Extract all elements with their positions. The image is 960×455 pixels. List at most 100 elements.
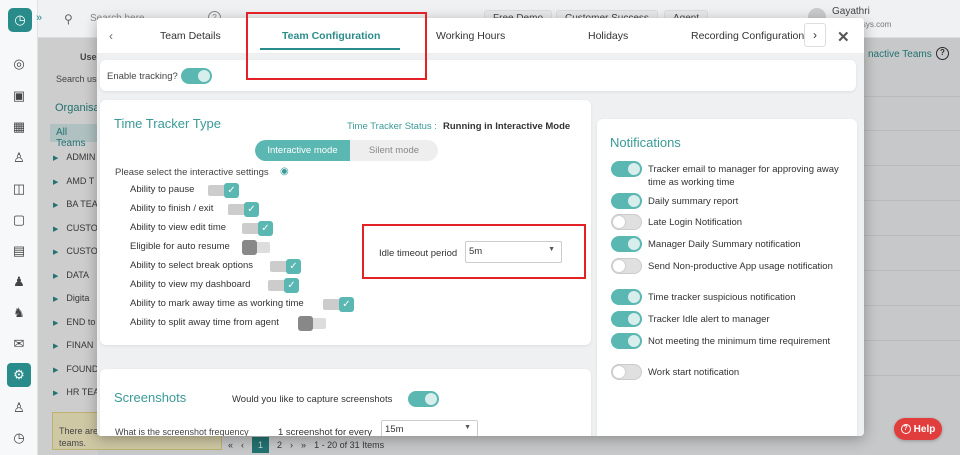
settings-icon[interactable]: ⚙	[7, 363, 31, 387]
notification-label: Time tracker suspicious notification	[648, 292, 796, 303]
check-icon: ✓	[242, 240, 257, 255]
notification-label: Work start notification	[648, 367, 740, 378]
notification-toggle[interactable]	[611, 364, 642, 380]
team-icon[interactable]: ♟	[11, 274, 27, 290]
tab-team-details[interactable]: Team Details	[160, 30, 221, 42]
screenshot-frequency-select[interactable]: 15m ▼	[381, 420, 478, 436]
check-icon: ✓	[286, 259, 301, 274]
mail-icon[interactable]: ✉	[11, 336, 27, 352]
tracker-status-label: Time Tracker Status :	[347, 121, 437, 132]
notification-toggle[interactable]	[611, 236, 642, 252]
idle-timeout-label: Idle timeout period	[379, 248, 458, 259]
notification-label: Send Non-productive App usage notificati…	[648, 261, 833, 272]
billing-icon[interactable]: ▤	[11, 243, 27, 259]
interactive-mode-option[interactable]: Interactive mode	[255, 140, 350, 161]
enable-tracking-card: Enable tracking?	[100, 60, 856, 91]
screenshot-frequency-label: What is the screenshot frequency	[115, 427, 249, 436]
user-name: Gayathri	[832, 6, 870, 17]
tab-scroll-right-icon[interactable]: ›	[804, 23, 826, 47]
interactive-option-toggle[interactable]: ✓	[270, 259, 301, 274]
screenshot-frequency-value: 15m	[385, 424, 404, 435]
tab-holidays[interactable]: Holidays	[588, 30, 628, 42]
briefcase-icon[interactable]: ◫	[11, 181, 27, 197]
tab-recording-configuration[interactable]: Recording Configuration	[691, 30, 804, 42]
notification-toggle[interactable]	[611, 258, 642, 274]
interactive-option-toggle[interactable]: ✓	[298, 316, 329, 331]
check-icon: ✓	[339, 297, 354, 312]
enable-tracking-label: Enable tracking?	[107, 71, 178, 82]
interactive-option-toggle[interactable]: ✓	[208, 183, 239, 198]
interactive-option-label: Ability to split away time from agent	[130, 317, 279, 328]
notification-label: Manager Daily Summary notification	[648, 239, 801, 250]
team-config-modal: ‹ Team Details Team Configuration Workin…	[97, 18, 864, 436]
modal-body: Enable tracking? Time Tracker Type Time …	[97, 54, 864, 436]
check-icon: ✓	[244, 202, 259, 217]
notification-label: Tracker Idle alert to manager	[648, 314, 770, 325]
capture-screenshots-question: Would you like to capture screenshots	[232, 394, 393, 405]
interactive-option-label: Ability to select break options	[130, 260, 254, 271]
interactive-option-toggle[interactable]: ✓	[323, 297, 354, 312]
notification-toggle[interactable]	[611, 193, 642, 209]
calendar-icon[interactable]: ▣	[11, 88, 27, 104]
time-tracker-type-card: Time Tracker Type Time Tracker Status : …	[100, 100, 591, 345]
tab-scroll-left-icon[interactable]: ‹	[109, 29, 113, 43]
help-label: Help	[913, 423, 936, 435]
check-icon: ✓	[258, 221, 273, 236]
profile-icon[interactable]: ♙	[11, 400, 27, 416]
user-icon[interactable]: ♙	[11, 150, 27, 166]
idle-timeout-value: 5m	[469, 246, 483, 257]
check-icon: ✓	[284, 278, 299, 293]
active-tab-underline	[260, 48, 400, 50]
interactive-option-toggle[interactable]: ✓	[228, 202, 259, 217]
close-icon[interactable]: ✕	[837, 28, 850, 46]
tab-team-configuration[interactable]: Team Configuration	[282, 30, 380, 42]
time-tracker-type-title: Time Tracker Type	[114, 116, 221, 131]
notification-label: Late Login Notification	[648, 217, 743, 228]
notification-label: Not meeting the minimum time requirement	[648, 336, 831, 347]
interactive-option-label: Eligible for auto resume	[130, 241, 230, 252]
modal-tabbar: ‹ Team Details Team Configuration Workin…	[97, 18, 864, 54]
interactive-option-label: Ability to pause	[130, 184, 195, 195]
interactive-option-toggle[interactable]: ✓	[242, 221, 273, 236]
tab-working-hours[interactable]: Working Hours	[436, 30, 505, 42]
chevron-down-icon: ▼	[548, 246, 555, 253]
expand-chevron-icon[interactable]: »	[36, 12, 42, 24]
eye-icon[interactable]: ◉	[280, 166, 289, 177]
notification-toggle[interactable]	[611, 333, 642, 349]
notification-label: Tracker email to manager for approving a…	[648, 164, 839, 188]
interactive-option-label: Ability to view my dashboard	[130, 279, 251, 290]
enable-tracking-toggle[interactable]	[181, 68, 212, 84]
dashboard-icon[interactable]: ◎	[11, 56, 27, 72]
notification-toggle[interactable]	[611, 161, 642, 177]
screenshots-title: Screenshots	[114, 390, 187, 405]
interactive-option-toggle[interactable]: ✓	[268, 278, 299, 293]
help-icon: ?	[900, 424, 911, 434]
tracker-mode-switch: Interactive mode Silent mode	[255, 140, 438, 161]
capture-screenshots-toggle[interactable]	[408, 391, 439, 407]
interactive-option-label: Ability to finish / exit	[130, 203, 214, 214]
alarm-icon[interactable]: ◷	[11, 430, 27, 446]
interactive-option-label: Ability to mark away time as working tim…	[130, 298, 304, 309]
notifications-title: Notifications	[610, 135, 681, 150]
silent-mode-option[interactable]: Silent mode	[350, 140, 438, 161]
schedule-icon[interactable]: ▦	[11, 119, 27, 135]
screenshot-frequency-prefix: 1 screenshot for every	[278, 427, 372, 436]
interactive-option-toggle[interactable]: ✓	[242, 240, 273, 255]
notification-toggle[interactable]	[611, 214, 642, 230]
interactive-settings-note: Please select the interactive settings	[115, 167, 269, 178]
app-sidebar: ◷ ◎ ▣ ▦ ♙ ◫ ▢ ▤ ♟ ♞ ✉ ⚙ ♙ ◷	[0, 0, 38, 455]
notification-toggle[interactable]	[611, 289, 642, 305]
check-icon: ✓	[224, 183, 239, 198]
tracker-status-value: Running in Interactive Mode	[443, 121, 571, 132]
app-logo-icon[interactable]: ◷	[8, 8, 32, 32]
notification-label: Daily summary report	[648, 196, 739, 207]
screenshots-card: Screenshots Would you like to capture sc…	[100, 369, 591, 436]
help-button[interactable]: ? Help	[894, 418, 942, 440]
org-icon[interactable]: ♞	[11, 305, 27, 321]
check-icon: ✓	[298, 316, 313, 331]
notification-toggle[interactable]	[611, 311, 642, 327]
monitor-icon[interactable]: ▢	[11, 212, 27, 228]
idle-timeout-select[interactable]: 5m ▼	[465, 241, 562, 263]
interactive-option-label: Ability to view edit time	[130, 222, 227, 233]
notifications-card: Notifications Tracker email to manager f…	[597, 119, 857, 436]
